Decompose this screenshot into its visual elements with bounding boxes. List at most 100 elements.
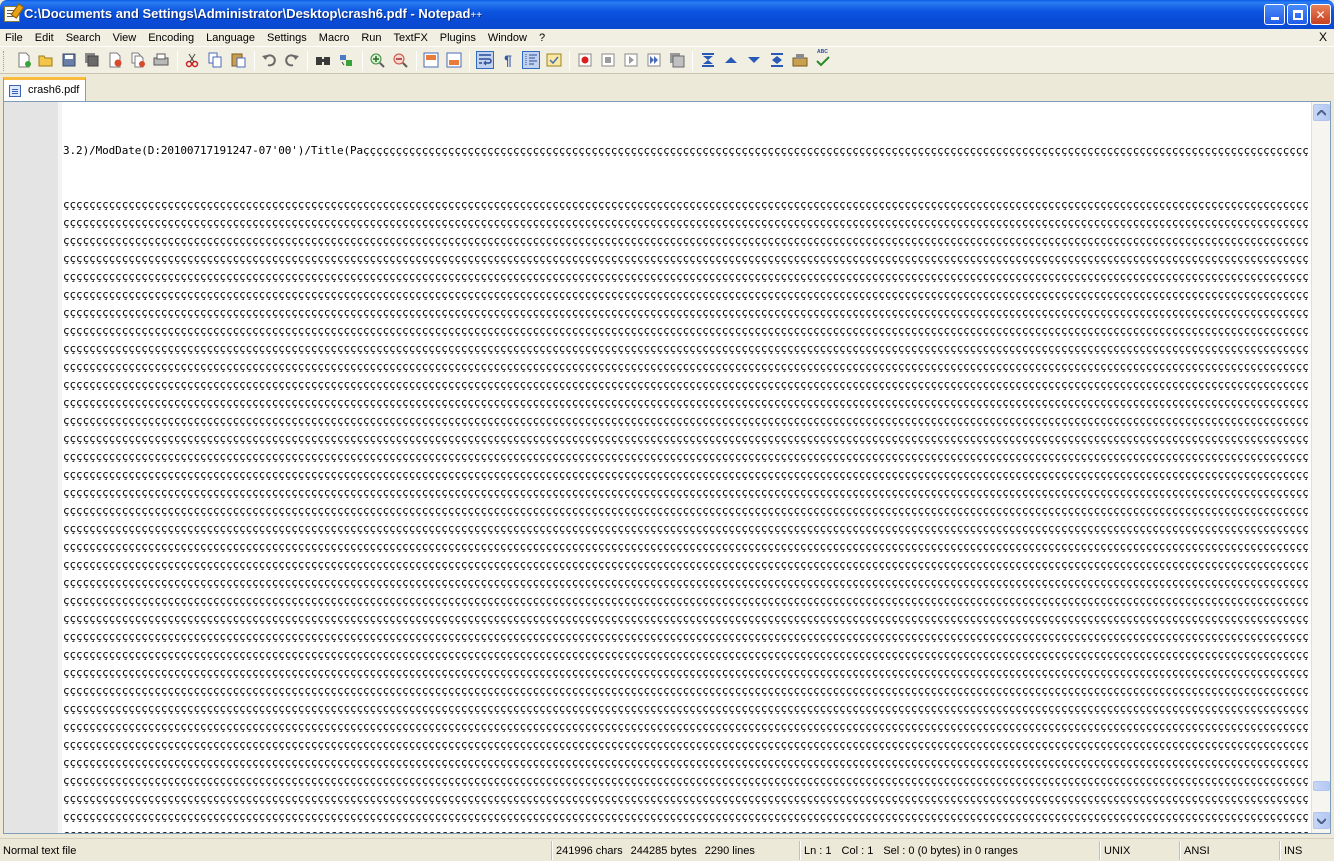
text-line[interactable]: çççççççççççççççççççççççççççççççççççççççç…	[63, 682, 1309, 700]
undo-button[interactable]	[261, 52, 277, 68]
text-line[interactable]: çççççççççççççççççççççççççççççççççççççççç…	[63, 430, 1309, 448]
prev-bookmark-button[interactable]	[723, 52, 739, 68]
menu-help[interactable]: ?	[533, 32, 551, 44]
spell-check-button[interactable]: ABC	[815, 49, 831, 68]
text-line[interactable]: çççççççççççççççççççççççççççççççççççççççç…	[63, 664, 1309, 682]
toolbar-grip[interactable]	[3, 51, 6, 71]
vertical-scrollbar[interactable]	[1311, 102, 1330, 833]
save-button[interactable]	[61, 52, 77, 68]
text-line[interactable]: çççççççççççççççççççççççççççççççççççççççç…	[63, 412, 1309, 430]
scroll-down-button[interactable]	[1313, 812, 1330, 829]
record-macro-button[interactable]	[577, 52, 593, 68]
text-line[interactable]: çççççççççççççççççççççççççççççççççççççççç…	[63, 322, 1309, 340]
editor-pane[interactable]: 3.2)/ModDate(D:20100717191247-07'00')/Ti…	[3, 101, 1331, 834]
menu-run[interactable]: Run	[355, 32, 387, 44]
line-number-gutter[interactable]	[4, 102, 58, 833]
show-all-chars-button[interactable]: ¶	[500, 52, 516, 68]
scroll-up-button[interactable]	[1313, 104, 1330, 121]
text-line[interactable]: çççççççççççççççççççççççççççççççççççççççç…	[63, 214, 1309, 232]
text-line[interactable]: çççççççççççççççççççççççççççççççççççççççç…	[63, 484, 1309, 502]
text-line[interactable]: çççççççççççççççççççççççççççççççççççççççç…	[63, 808, 1309, 826]
save-all-button[interactable]	[84, 52, 100, 68]
text-line[interactable]: çççççççççççççççççççççççççççççççççççççççç…	[63, 304, 1309, 322]
indent-guide-button[interactable]	[522, 51, 540, 69]
minimize-button[interactable]	[1264, 4, 1285, 25]
stop-record-button[interactable]	[600, 52, 616, 68]
text-line[interactable]: çççççççççççççççççççççççççççççççççççççççç…	[63, 376, 1309, 394]
text-line[interactable]: çççççççççççççççççççççççççççççççççççççççç…	[63, 610, 1309, 628]
close-all-button[interactable]	[130, 52, 146, 68]
notepadpp-app-icon[interactable]	[4, 6, 20, 22]
menu-plugins[interactable]: Plugins	[434, 32, 482, 44]
save-macro-button[interactable]	[669, 52, 685, 68]
text-line[interactable]: çççççççççççççççççççççççççççççççççççççççç…	[63, 754, 1309, 772]
status-encoding[interactable]: ANSI	[1180, 841, 1280, 860]
text-line-first[interactable]: 3.2)/ModDate(D:20100717191247-07'00')/Ti…	[63, 142, 1309, 160]
text-line[interactable]: çççççççççççççççççççççççççççççççççççççççç…	[63, 736, 1309, 754]
text-line[interactable]: çççççççççççççççççççççççççççççççççççççççç…	[63, 448, 1309, 466]
text-line[interactable]: çççççççççççççççççççççççççççççççççççççççç…	[63, 772, 1309, 790]
text-line[interactable]: çççççççççççççççççççççççççççççççççççççççç…	[63, 646, 1309, 664]
next-bookmark-button[interactable]	[746, 52, 762, 68]
menu-window[interactable]: Window	[482, 32, 533, 44]
unfold-all-button[interactable]	[769, 52, 785, 68]
menu-encoding[interactable]: Encoding	[142, 32, 200, 44]
text-line[interactable]: çççççççççççççççççççççççççççççççççççççççç…	[63, 196, 1309, 214]
sync-horizontal-button[interactable]	[446, 52, 462, 68]
word-wrap-button[interactable]	[476, 51, 494, 69]
text-line[interactable]: çççççççççççççççççççççççççççççççççççççççç…	[63, 268, 1309, 286]
status-eol[interactable]: UNIX	[1100, 841, 1180, 860]
fold-all-button[interactable]	[700, 52, 716, 68]
menu-settings[interactable]: Settings	[261, 32, 313, 44]
open-button[interactable]	[38, 52, 54, 68]
new-button[interactable]	[16, 52, 32, 68]
menu-view[interactable]: View	[107, 32, 143, 44]
text-line[interactable]: çççççççççççççççççççççççççççççççççççççççç…	[63, 250, 1309, 268]
text-line[interactable]: çççççççççççççççççççççççççççççççççççççççç…	[63, 574, 1309, 592]
copy-button[interactable]	[207, 52, 223, 68]
text-line[interactable]: çççççççççççççççççççççççççççççççççççççççç…	[63, 520, 1309, 538]
text-line[interactable]: çççççççççççççççççççççççççççççççççççççççç…	[63, 358, 1309, 376]
replace-button[interactable]	[338, 52, 354, 68]
fold-margin[interactable]	[58, 102, 62, 833]
status-insert-mode[interactable]: INS	[1280, 841, 1334, 860]
maximize-button[interactable]	[1287, 4, 1308, 25]
play-multiple-button[interactable]	[646, 52, 662, 68]
text-line[interactable]: çççççççççççççççççççççççççççççççççççççççç…	[63, 718, 1309, 736]
text-line[interactable]: çççççççççççççççççççççççççççççççççççççççç…	[63, 538, 1309, 556]
menu-macro[interactable]: Macro	[313, 32, 356, 44]
paste-button[interactable]	[230, 52, 246, 68]
text-line[interactable]: çççççççççççççççççççççççççççççççççççççççç…	[63, 628, 1309, 646]
text-line[interactable]: çççççççççççççççççççççççççççççççççççççççç…	[63, 502, 1309, 520]
text-line[interactable]: çççççççççççççççççççççççççççççççççççççççç…	[63, 556, 1309, 574]
text-line[interactable]: çççççççççççççççççççççççççççççççççççççççç…	[63, 592, 1309, 610]
sync-vertical-button[interactable]	[423, 52, 439, 68]
menu-search[interactable]: Search	[60, 32, 107, 44]
close-file-button[interactable]	[107, 52, 123, 68]
menu-edit[interactable]: Edit	[29, 32, 60, 44]
scroll-thumb[interactable]	[1313, 781, 1330, 791]
text-line[interactable]: çççççççççççççççççççççççççççççççççççççççç…	[63, 394, 1309, 412]
launch-button[interactable]	[792, 52, 808, 68]
text-line[interactable]: çççççççççççççççççççççççççççççççççççççççç…	[63, 340, 1309, 358]
text-line[interactable]: çççççççççççççççççççççççççççççççççççççççç…	[63, 466, 1309, 484]
zoom-out-button[interactable]	[392, 52, 408, 68]
find-button[interactable]	[315, 52, 331, 68]
menu-language[interactable]: Language	[200, 32, 261, 44]
user-lang-button[interactable]	[546, 52, 562, 68]
text-line[interactable]: çççççççççççççççççççççççççççççççççççççççç…	[63, 790, 1309, 808]
text-content[interactable]: 3.2)/ModDate(D:20100717191247-07'00')/Ti…	[63, 106, 1309, 833]
redo-button[interactable]	[284, 52, 300, 68]
cut-button[interactable]	[184, 52, 200, 68]
text-line[interactable]: çççççççççççççççççççççççççççççççççççççççç…	[63, 232, 1309, 250]
text-line[interactable]: çççççççççççççççççççççççççççççççççççççççç…	[63, 286, 1309, 304]
text-line[interactable]: çççççççççççççççççççççççççççççççççççççççç…	[63, 700, 1309, 718]
menu-file[interactable]: File	[0, 32, 29, 44]
print-button[interactable]	[153, 52, 169, 68]
close-document-button[interactable]: X	[1319, 30, 1327, 44]
tab-crash6-pdf[interactable]: crash6.pdf	[3, 77, 86, 101]
zoom-in-button[interactable]	[369, 52, 385, 68]
menu-textfx[interactable]: TextFX	[388, 32, 434, 44]
close-button[interactable]: ✕	[1310, 4, 1331, 25]
play-macro-button[interactable]	[623, 52, 639, 68]
